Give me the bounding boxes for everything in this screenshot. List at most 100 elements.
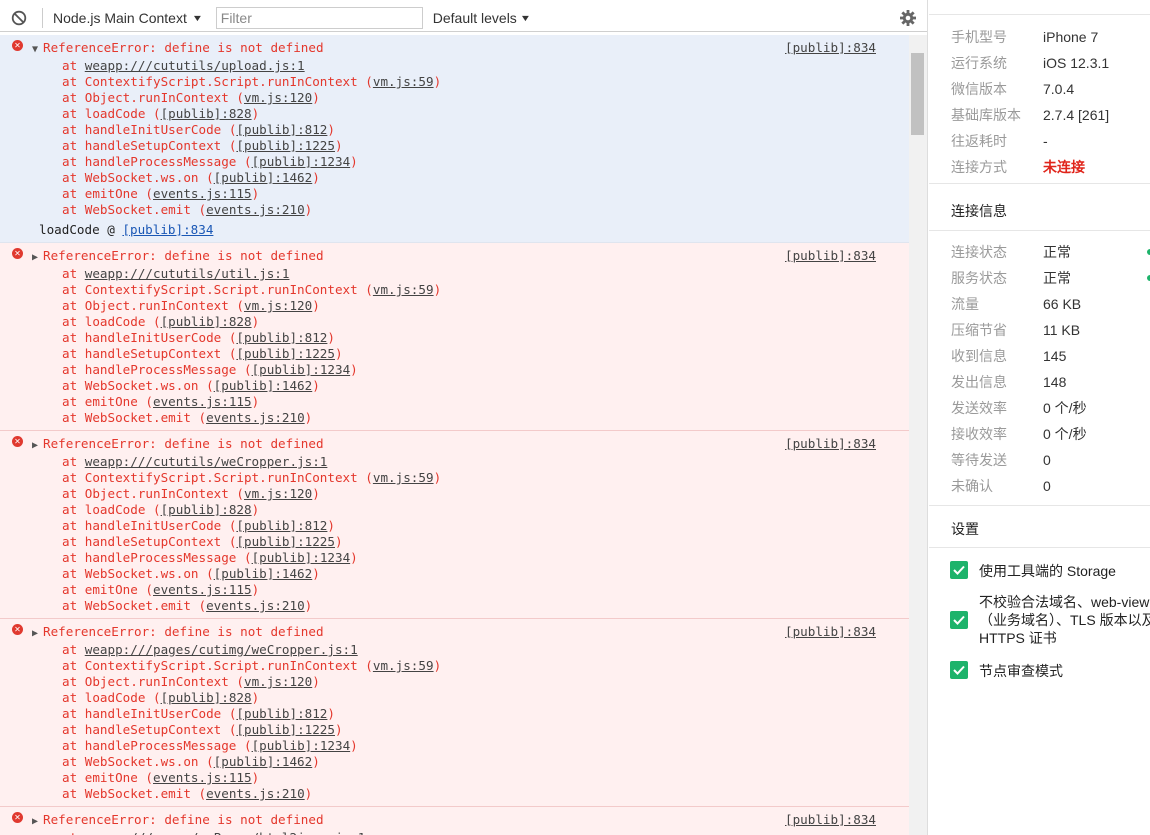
- message-source-link[interactable]: [publib]:834: [785, 248, 876, 264]
- message-source-link[interactable]: [publib]:834: [785, 436, 876, 452]
- stack-location-link[interactable]: [publib]:828: [161, 106, 252, 121]
- stack-location-link[interactable]: vm.js:59: [373, 282, 434, 297]
- stack-location-link[interactable]: vm.js:120: [244, 674, 312, 689]
- stack-location-link[interactable]: vm.js:120: [244, 486, 312, 501]
- settings-checkbox[interactable]: [950, 661, 968, 679]
- stack-frame: at handleSetupContext ([publib]:1225): [0, 346, 909, 362]
- stack-at-keyword: at: [62, 722, 85, 737]
- stack-location-link[interactable]: [publib]:1225: [236, 534, 335, 549]
- collapsed-triangle-icon[interactable]: ▶: [32, 438, 43, 454]
- stack-function-name: loadCode: [84, 502, 146, 517]
- stack-location-link[interactable]: [publib]:828: [161, 502, 252, 517]
- stack-frame: at loadCode ([publib]:828): [0, 106, 909, 122]
- stack-function-name: handleSetupContext: [84, 138, 222, 153]
- console-error-message[interactable]: ✕ ▼ ReferenceError: define is not defined[…: [0, 35, 909, 243]
- device-info-value: 2.7.4 [261]: [1043, 107, 1110, 123]
- error-message-header[interactable]: ▶ ReferenceError: define is not defined: [0, 243, 909, 266]
- stack-location-link[interactable]: vm.js:59: [373, 470, 434, 485]
- stack-location-link[interactable]: weapp:///pages/cutimg/weCropper.js:1: [85, 642, 358, 657]
- message-source-link[interactable]: [publib]:834: [785, 624, 876, 640]
- connection-info-value: 正常: [1043, 244, 1071, 260]
- stack-location-link[interactable]: events.js:210: [206, 410, 305, 425]
- stack-location-link[interactable]: [publib]:812: [236, 122, 327, 137]
- stack-location-link[interactable]: events.js:210: [206, 786, 305, 801]
- stack-location-link[interactable]: [publib]:1225: [236, 346, 335, 361]
- section-divider: [929, 547, 1150, 548]
- collapsed-triangle-icon[interactable]: ▶: [32, 250, 43, 266]
- stack-location-link[interactable]: events.js:210: [206, 202, 305, 217]
- stack-location-link[interactable]: weapp:///pages/wxParse/html2json.js:1: [85, 830, 366, 835]
- stack-location-link[interactable]: [publib]:812: [236, 706, 327, 721]
- scrollbar-thumb[interactable]: [911, 53, 924, 135]
- filter-input[interactable]: [215, 6, 423, 29]
- collapsed-triangle-icon[interactable]: ▶: [32, 626, 43, 642]
- call-site-link[interactable]: [publib]:834: [122, 222, 213, 237]
- stack-paren: (: [145, 502, 161, 517]
- stack-function-name: Object.runInContext: [84, 674, 229, 689]
- stack-location-link[interactable]: [publib]:1234: [252, 550, 351, 565]
- error-message-header[interactable]: ▶ ReferenceError: define is not defined: [0, 431, 909, 454]
- gear-icon[interactable]: [897, 7, 919, 29]
- stack-location-link[interactable]: weapp:///cututils/weCropper.js:1: [85, 454, 328, 469]
- scrollbar[interactable]: [909, 35, 927, 835]
- stack-location-link[interactable]: [publib]:828: [161, 690, 252, 705]
- section-divider: [929, 505, 1150, 506]
- call-site-at: @: [99, 222, 123, 237]
- stack-location-link[interactable]: [publib]:1225: [236, 138, 335, 153]
- stack-location-link[interactable]: vm.js:59: [373, 74, 434, 89]
- console-toolbar: Node.js Main Context ▼ Default levels ▼: [0, 4, 927, 32]
- stack-at-keyword: at: [62, 770, 85, 785]
- log-levels-dropdown[interactable]: Default levels ▼: [433, 4, 531, 32]
- stack-function-name: Object.runInContext: [84, 90, 229, 105]
- stack-location-link[interactable]: [publib]:1234: [252, 362, 351, 377]
- stack-location-link[interactable]: events.js:115: [153, 186, 252, 201]
- stack-location-link[interactable]: [publib]:1234: [252, 738, 351, 753]
- expanded-triangle-icon[interactable]: ▼: [32, 42, 43, 58]
- stack-at-keyword: at: [62, 830, 85, 835]
- stack-location-link[interactable]: events.js:115: [153, 394, 252, 409]
- stack-location-link[interactable]: vm.js:59: [373, 658, 434, 673]
- stack-location-link[interactable]: [publib]:1225: [236, 722, 335, 737]
- stack-paren: ): [304, 202, 313, 217]
- message-source-link[interactable]: [publib]:834: [785, 40, 876, 56]
- stack-location-link[interactable]: events.js:210: [206, 598, 305, 613]
- stack-location-link[interactable]: [publib]:1462: [214, 566, 313, 581]
- stack-frame: at weapp:///pages/cutimg/weCropper.js:1: [0, 642, 909, 658]
- stack-location-link[interactable]: events.js:115: [153, 770, 252, 785]
- stack-at-keyword: at: [62, 642, 85, 657]
- stack-location-link[interactable]: [publib]:1462: [214, 754, 313, 769]
- stack-location-link[interactable]: events.js:115: [153, 582, 252, 597]
- stack-location-link[interactable]: vm.js:120: [244, 90, 312, 105]
- stack-paren: ): [251, 690, 260, 705]
- stack-location-link[interactable]: [publib]:812: [236, 330, 327, 345]
- stack-location-link[interactable]: [publib]:1462: [214, 170, 313, 185]
- error-message-header[interactable]: ▶ ReferenceError: define is not defined: [0, 619, 909, 642]
- stack-function-name: handleProcessMessage: [84, 362, 237, 377]
- stack-location-link[interactable]: [publib]:1234: [252, 154, 351, 169]
- message-source-link[interactable]: [publib]:834: [785, 812, 876, 828]
- collapsed-triangle-icon[interactable]: ▶: [32, 814, 43, 830]
- stack-location-link[interactable]: weapp:///cututils/util.js:1: [85, 266, 290, 281]
- settings-checkbox[interactable]: [950, 561, 968, 579]
- stack-paren: ): [251, 106, 260, 121]
- error-message-header[interactable]: ▶ ReferenceError: define is not defined: [0, 807, 909, 830]
- stack-location-link[interactable]: weapp:///cututils/upload.js:1: [85, 58, 305, 73]
- console-error-message[interactable]: ✕ ▶ ReferenceError: define is not defined[…: [0, 619, 909, 807]
- stack-location-link[interactable]: [publib]:1462: [214, 378, 313, 393]
- settings-checkbox[interactable]: [950, 611, 968, 629]
- console-error-message[interactable]: ✕ ▶ ReferenceError: define is not defined[…: [0, 807, 909, 835]
- error-message-header[interactable]: ▼ ReferenceError: define is not defined: [0, 35, 909, 58]
- stack-location-link[interactable]: [publib]:812: [236, 518, 327, 533]
- stack-frame: at WebSocket.emit (events.js:210): [0, 786, 909, 802]
- stack-location-link[interactable]: [publib]:828: [161, 314, 252, 329]
- stack-frame: at handleInitUserCode ([publib]:812): [0, 330, 909, 346]
- device-info-row: 手机型号 iPhone 7: [951, 28, 1098, 46]
- stack-location-link[interactable]: vm.js:120: [244, 298, 312, 313]
- stack-function-name: handleProcessMessage: [84, 154, 237, 169]
- stack-paren: ): [251, 770, 260, 785]
- stack-frame: at weapp:///cututils/upload.js:1: [0, 58, 909, 74]
- clear-console-icon[interactable]: [0, 4, 38, 32]
- console-error-message[interactable]: ✕ ▶ ReferenceError: define is not defined[…: [0, 243, 909, 431]
- context-selector[interactable]: Node.js Main Context ▼: [47, 4, 208, 32]
- console-error-message[interactable]: ✕ ▶ ReferenceError: define is not defined[…: [0, 431, 909, 619]
